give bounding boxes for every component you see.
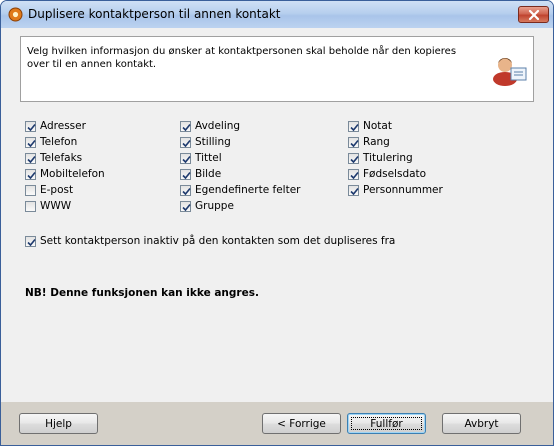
checkbox-box[interactable] [180, 184, 191, 196]
checkbox-label: Mobiltelefon [40, 168, 105, 180]
checkbox-personnummer[interactable]: Personnummer [348, 183, 443, 197]
check-icon [350, 187, 359, 195]
checkbox-box[interactable] [180, 152, 191, 164]
previous-button[interactable]: < Forrige [262, 413, 341, 434]
checkbox-box[interactable] [348, 184, 359, 196]
checkbox-label: Avdeling [195, 120, 241, 132]
checkbox-label: Sett kontaktperson inaktiv på den kontak… [40, 235, 396, 247]
checkbox-box[interactable] [180, 136, 191, 148]
check-icon [350, 123, 359, 131]
checkbox-mobiltelefon[interactable]: Mobiltelefon [25, 167, 105, 181]
checkbox-box[interactable] [348, 168, 359, 180]
check-icon [182, 139, 191, 147]
checkbox-egendefinerte-felter[interactable]: Egendefinerte felter [180, 183, 300, 197]
person-card-icon [492, 52, 528, 90]
check-icon [182, 171, 191, 179]
description-panel: Velg hvilken informasjon du ønsker at ko… [20, 36, 534, 102]
help-button[interactable]: Hjelp [19, 413, 98, 434]
check-icon [27, 238, 36, 246]
checkbox-telefaks[interactable]: Telefaks [25, 151, 82, 165]
checkbox-label: Egendefinerte felter [195, 184, 301, 196]
checkbox-label: Personnummer [363, 184, 443, 196]
button-bar: Hjelp < Forrige Fullfør Avbryt [1, 402, 553, 445]
checkbox-tittel[interactable]: Tittel [180, 151, 222, 165]
checkbox-label: Adresser [40, 120, 86, 132]
warning-text: NB! Denne funksjonen kan ikke angres. [25, 287, 259, 299]
checkbox-box[interactable] [348, 120, 359, 132]
checkbox-box[interactable] [25, 235, 36, 247]
checkbox-box[interactable] [25, 152, 36, 164]
focus-rect [351, 417, 422, 430]
check-icon [27, 123, 36, 131]
checkbox-box[interactable] [25, 120, 36, 132]
checkbox-www[interactable]: WWW [25, 199, 71, 213]
close-icon [528, 9, 540, 21]
dialog-window: Duplisere kontaktperson til annen kontak… [0, 0, 554, 446]
checkbox-e-post[interactable]: E-post [25, 183, 73, 197]
checkbox-label: Telefon [40, 136, 78, 148]
checkbox-bilde[interactable]: Bilde [180, 167, 221, 181]
check-icon [182, 187, 191, 195]
checkbox-adresser[interactable]: Adresser [25, 119, 86, 133]
previous-button-label: < Forrige [277, 417, 326, 430]
checkbox-label: Stilling [195, 136, 231, 148]
checkbox-box[interactable] [25, 184, 36, 196]
checkbox-telefon[interactable]: Telefon [25, 135, 77, 149]
checkbox-label: Rang [363, 136, 390, 148]
checkbox-label: Notat [363, 120, 392, 132]
check-icon [350, 171, 359, 179]
finish-button[interactable]: Fullfør [347, 413, 426, 434]
checkbox-titulering[interactable]: Titulering [348, 151, 413, 165]
checkbox-label: Fødselsdato [363, 168, 427, 180]
check-icon [182, 155, 191, 163]
checkbox-label: WWW [40, 200, 72, 212]
checkbox-label: Telefaks [40, 152, 83, 164]
checkbox-rang[interactable]: Rang [348, 135, 390, 149]
checkbox-avdeling[interactable]: Avdeling [180, 119, 240, 133]
checkbox-label: Tittel [195, 152, 222, 164]
checkbox-fodselsdato[interactable]: Fødselsdato [348, 167, 426, 181]
checkbox-notat[interactable]: Notat [348, 119, 392, 133]
checkbox-box[interactable] [25, 136, 36, 148]
title-bar[interactable]: Duplisere kontaktperson til annen kontak… [1, 1, 553, 28]
close-button[interactable] [518, 6, 549, 23]
checkbox-label: E-post [40, 184, 74, 196]
checkbox-box[interactable] [25, 200, 36, 212]
checkbox-label: Bilde [195, 168, 222, 180]
cancel-button-label: Avbryt [464, 417, 499, 430]
checkbox-box[interactable] [180, 200, 191, 212]
checkbox-set-inactive[interactable]: Sett kontaktperson inaktiv på den kontak… [25, 234, 395, 248]
cancel-button[interactable]: Avbryt [442, 413, 521, 434]
description-text: Velg hvilken informasjon du ønsker at ko… [27, 46, 457, 70]
window-title: Duplisere kontaktperson til annen kontak… [28, 7, 281, 21]
checkbox-box[interactable] [180, 168, 191, 180]
check-icon [350, 139, 359, 147]
check-icon [27, 155, 36, 163]
checkbox-box[interactable] [25, 168, 36, 180]
help-button-label: Hjelp [45, 417, 72, 430]
checkbox-box[interactable] [348, 152, 359, 164]
checkbox-box[interactable] [348, 136, 359, 148]
checkbox-gruppe[interactable]: Gruppe [180, 199, 234, 213]
checkbox-box[interactable] [180, 120, 191, 132]
check-icon [350, 155, 359, 163]
checkbox-stilling[interactable]: Stilling [180, 135, 231, 149]
checkbox-label: Gruppe [195, 200, 234, 212]
check-icon [27, 171, 36, 179]
gear-icon [8, 7, 23, 22]
check-icon [182, 123, 191, 131]
checkbox-label: Titulering [363, 152, 413, 164]
check-icon [182, 203, 191, 211]
check-icon [27, 139, 36, 147]
